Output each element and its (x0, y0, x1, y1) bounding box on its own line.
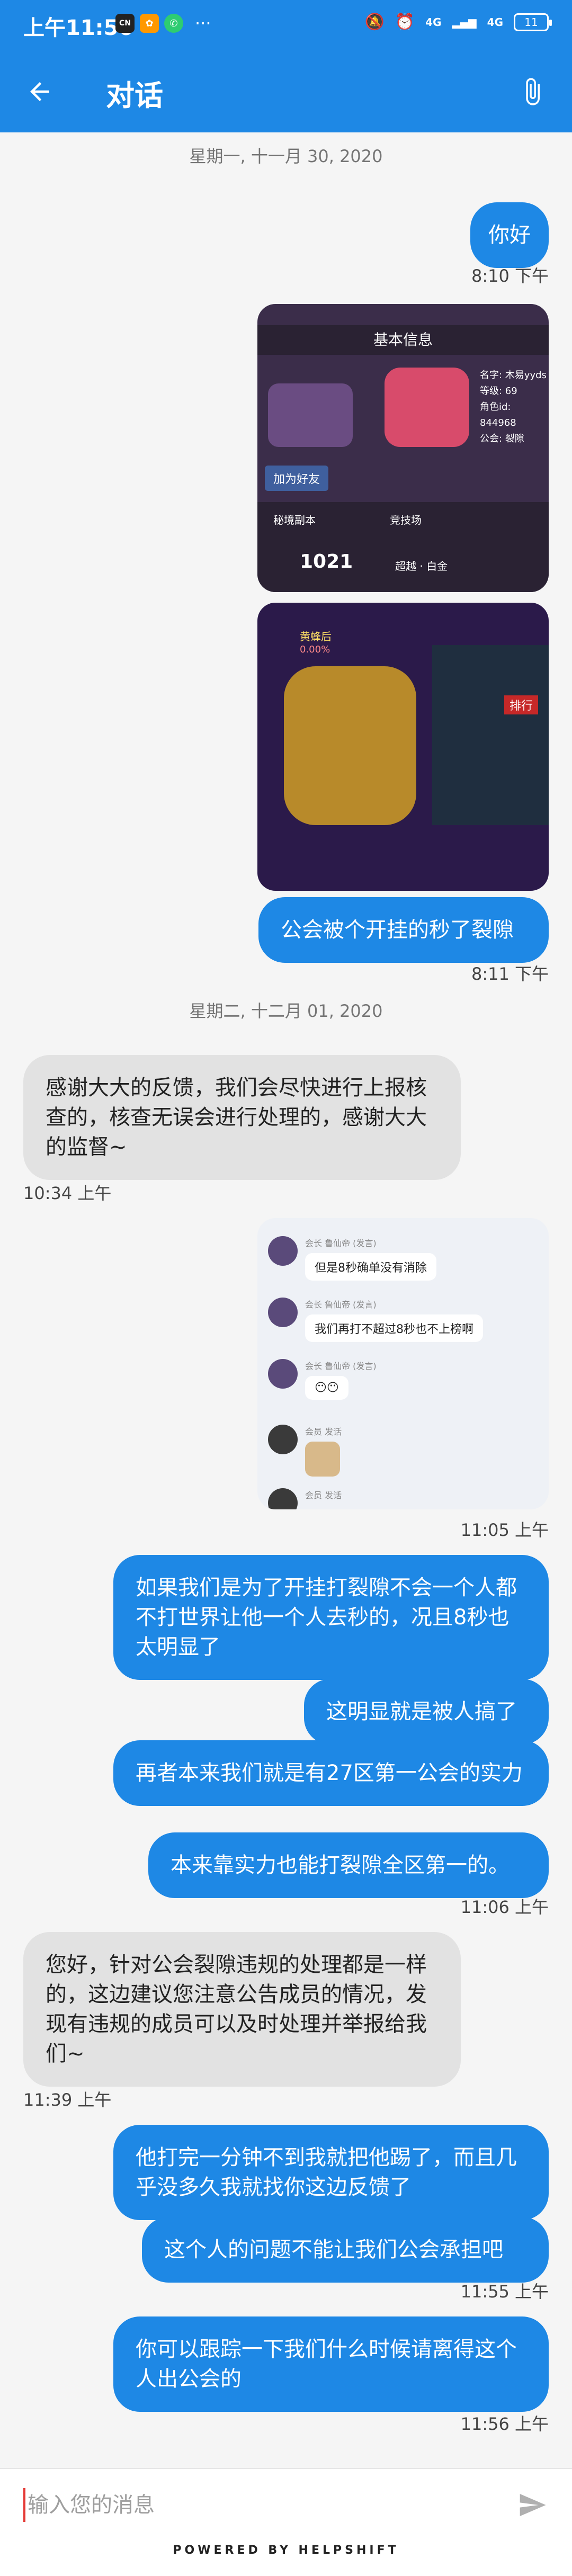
message-input[interactable] (23, 2488, 500, 2522)
boss-image (284, 666, 416, 825)
more-notifications-icon: ··· (195, 13, 211, 33)
message-time: 10:34 上午 (23, 1183, 112, 1203)
back-button[interactable] (21, 73, 58, 110)
system-icons: 🔕 ⏰ 4G ▂▄▆ 4G 11 (364, 13, 552, 31)
chat-text: 我们再打不超过8秒也不上榜啊 (305, 1314, 483, 1342)
avatar (268, 1236, 298, 1266)
outgoing-message: 你好 (470, 202, 549, 268)
stat-value: 1021 (300, 551, 353, 573)
outgoing-message: 本来靠实力也能打裂隙全区第一的。 (148, 1832, 549, 1898)
player-name: 名字: 木易yyds (480, 370, 547, 381)
mute-icon: 🔕 (364, 13, 385, 31)
boss-percent: 0.00% (300, 644, 330, 655)
incoming-message: 感谢大大的反馈，我们会尽快进行上报核查的，核查无误会进行处理的，感谢大大的监督~ (23, 1055, 461, 1180)
status-bar: 上午11:56 CN ✿ ✆ ··· 🔕 ⏰ 4G ▂▄▆ 4G 11 (0, 0, 572, 51)
incoming-message: 您好，针对公会裂隙违规的处理都是一样的，这边建议您注意公告成员的情况，发现有违规… (23, 1932, 461, 2087)
chat-row: 会长 鲁仙帝 (发言) 我们再打不超过8秒也不上榜啊 (268, 1298, 483, 1342)
outgoing-message: 这明显就是被人搞了 (304, 1679, 549, 1745)
message-time: 8:11 下午 (471, 964, 549, 984)
image-message-boss[interactable]: 黄蜂后 0.00% 排行 (257, 603, 549, 891)
battery-level: 11 (524, 15, 538, 29)
network-4g-2: 4G (487, 15, 503, 29)
outgoing-message: 你可以跟踪一下我们什么时候请离得这个人出公会的 (113, 2316, 549, 2412)
avatar (268, 1425, 298, 1454)
app-bar: 对话 (0, 51, 572, 132)
avatar (268, 1488, 298, 1509)
chat-sender: 会长 鲁仙帝 (发言) (305, 1300, 377, 1310)
orange-app-icon: ✿ (140, 14, 159, 33)
page-title: 对话 (106, 79, 163, 112)
signal-icon: ▂▄▆ (452, 15, 477, 29)
image-message-profile[interactable]: 基本信息 名字: 木易yyds 等级: 69 角色id: 844968 公会: … (257, 304, 549, 592)
message-time: 11:05 上午 (460, 1520, 549, 1540)
outgoing-message: 这个人的问题不能让我们公会承担吧 (142, 2217, 549, 2283)
avatar (268, 1298, 298, 1327)
paperclip-icon (526, 78, 540, 105)
game-character-image (268, 383, 353, 447)
stat-value: 超越 · 白金 (395, 560, 448, 573)
rank-panel (432, 645, 549, 825)
stat-label: 竞技场 (390, 514, 422, 526)
chat-sender: 会长 鲁仙帝 (发言) (305, 1361, 377, 1371)
chat-row: 会员 发话 (268, 1488, 342, 1509)
date-separator: 星期二, 十二月 01, 2020 (189, 1001, 383, 1021)
send-button[interactable] (514, 2488, 551, 2522)
chat-sticker (305, 1442, 340, 1477)
network-4g-1: 4G (425, 15, 442, 29)
attach-button[interactable] (514, 73, 551, 110)
message-time: 11:55 上午 (460, 2282, 549, 2302)
arrow-left-icon (30, 82, 49, 101)
outgoing-message: 他打完一分钟不到我就把他踢了，而且几乎没多久我就找你这边反馈了 (113, 2125, 549, 2220)
chat-row: 会长 鲁仙帝 (发言) 但是8秒确单没有消除 (268, 1236, 436, 1281)
outgoing-message: 再者本来我们就是有27区第一公会的实力 (113, 1740, 549, 1806)
player-level: 等级: 69 (480, 386, 517, 397)
message-time: 8:10 下午 (471, 266, 549, 286)
send-icon (520, 2494, 546, 2516)
chat-text: 😶😶 (305, 1376, 348, 1400)
chat-sender: 会长 鲁仙帝 (发言) (305, 1238, 377, 1248)
game-screen-title: 基本信息 (257, 325, 549, 355)
message-composer (0, 2468, 572, 2539)
chat-text: 但是8秒确单没有消除 (305, 1253, 436, 1281)
player-guild: 公会: 裂隙 (480, 433, 524, 444)
player-stats: 秘境副本 1021 竞技场 超越 · 白金 (257, 502, 549, 592)
player-info: 名字: 木易yyds 等级: 69 角色id: 844968 公会: 裂隙 (480, 368, 549, 447)
message-time: 11:39 上午 (23, 2090, 112, 2110)
powered-by-label: POWERED BY HELPSHIFT (0, 2539, 572, 2576)
date-separator: 星期一, 十一月 30, 2020 (189, 146, 383, 166)
message-time: 11:56 上午 (460, 2414, 549, 2434)
alarm-icon: ⏰ (395, 13, 415, 31)
avatar (268, 1359, 298, 1389)
chat-row: 会员 发话 (268, 1425, 342, 1479)
chat-sender: 会员 发话 (305, 1490, 342, 1500)
notification-icons: CN ✿ ✆ ··· (115, 14, 211, 33)
chat-row: 会长 鲁仙帝 (发言) 😶😶 (268, 1359, 377, 1400)
outgoing-message: 如果我们是为了开挂打裂隙不会一个人都不打世界让他一个人去秒的，况且8秒也太明显了 (113, 1555, 549, 1680)
image-message-chat[interactable]: 会长 鲁仙帝 (发言) 但是8秒确单没有消除 会长 鲁仙帝 (发言) 我们再打不… (257, 1218, 549, 1509)
stat-label: 秘境副本 (273, 514, 316, 526)
chat-sender: 会员 发话 (305, 1427, 342, 1437)
boss-name: 黄蜂后 (300, 630, 332, 643)
player-id: 角色id: 844968 (480, 401, 516, 428)
cn-icon: CN (115, 14, 135, 33)
battery-icon: 11 (514, 13, 552, 31)
rank-label: 排行 (504, 695, 538, 714)
message-time: 11:06 上午 (460, 1897, 549, 1917)
add-friend-label: 加为好友 (265, 466, 329, 491)
phone-app-icon: ✆ (164, 14, 183, 33)
outgoing-message: 公会被个开挂的秒了裂隙 (258, 897, 549, 963)
game-pet-image (385, 368, 469, 447)
